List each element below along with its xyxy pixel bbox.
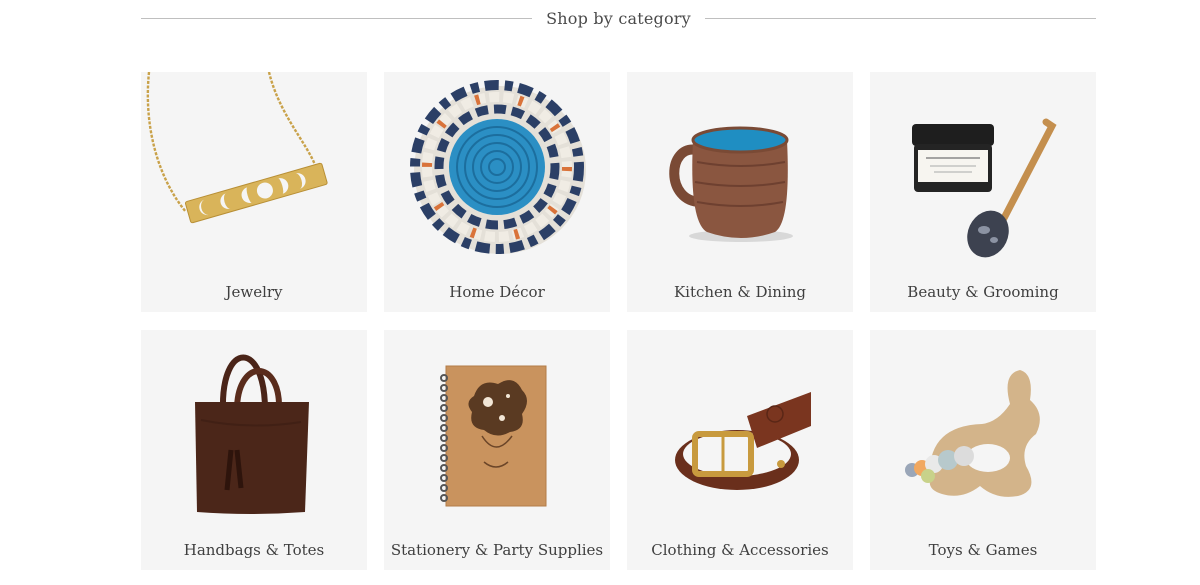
category-tile-home-decor[interactable]: Home Décor [384,72,610,312]
mug-icon [627,72,853,272]
leather-belt-icon [627,330,853,530]
heading-rule-left [141,17,533,19]
category-tile-stationery-party-supplies[interactable]: Stationery & Party Supplies [384,330,610,570]
jar-and-spoon-icon [870,72,1096,272]
bunny-teether-icon [870,330,1096,530]
category-tile-clothing-accessories[interactable]: Clothing & Accessories [627,330,853,570]
heading-rule-right [704,17,1097,19]
category-tile-beauty-grooming[interactable]: Beauty & Grooming [870,72,1096,312]
category-label: Jewelry [225,283,283,301]
section-heading-row: Shop by category [141,4,1097,32]
tote-bag-icon [141,330,367,530]
category-label: Beauty & Grooming [907,283,1059,301]
category-tile-handbags-totes[interactable]: Handbags & Totes [141,330,367,570]
category-label: Home Décor [449,283,545,301]
category-grid: Jewelry Home Décor Kitchen & Dining Beau… [141,72,1096,570]
category-label: Toys & Games [928,541,1038,559]
necklace-icon [141,72,367,272]
shop-by-category-section: Shop by category Jewelry Home Décor Kitc… [0,0,1200,585]
category-label: Stationery & Party Supplies [390,541,604,559]
category-tile-toys-games[interactable]: Toys & Games [870,330,1096,570]
woven-basket-icon [384,72,610,272]
category-label: Handbags & Totes [183,541,325,559]
wooden-journal-icon [384,330,610,530]
category-tile-kitchen-dining[interactable]: Kitchen & Dining [627,72,853,312]
category-label: Kitchen & Dining [673,283,807,301]
category-tile-jewelry[interactable]: Jewelry [141,72,367,312]
category-label: Clothing & Accessories [651,541,829,559]
section-heading: Shop by category [546,8,691,28]
